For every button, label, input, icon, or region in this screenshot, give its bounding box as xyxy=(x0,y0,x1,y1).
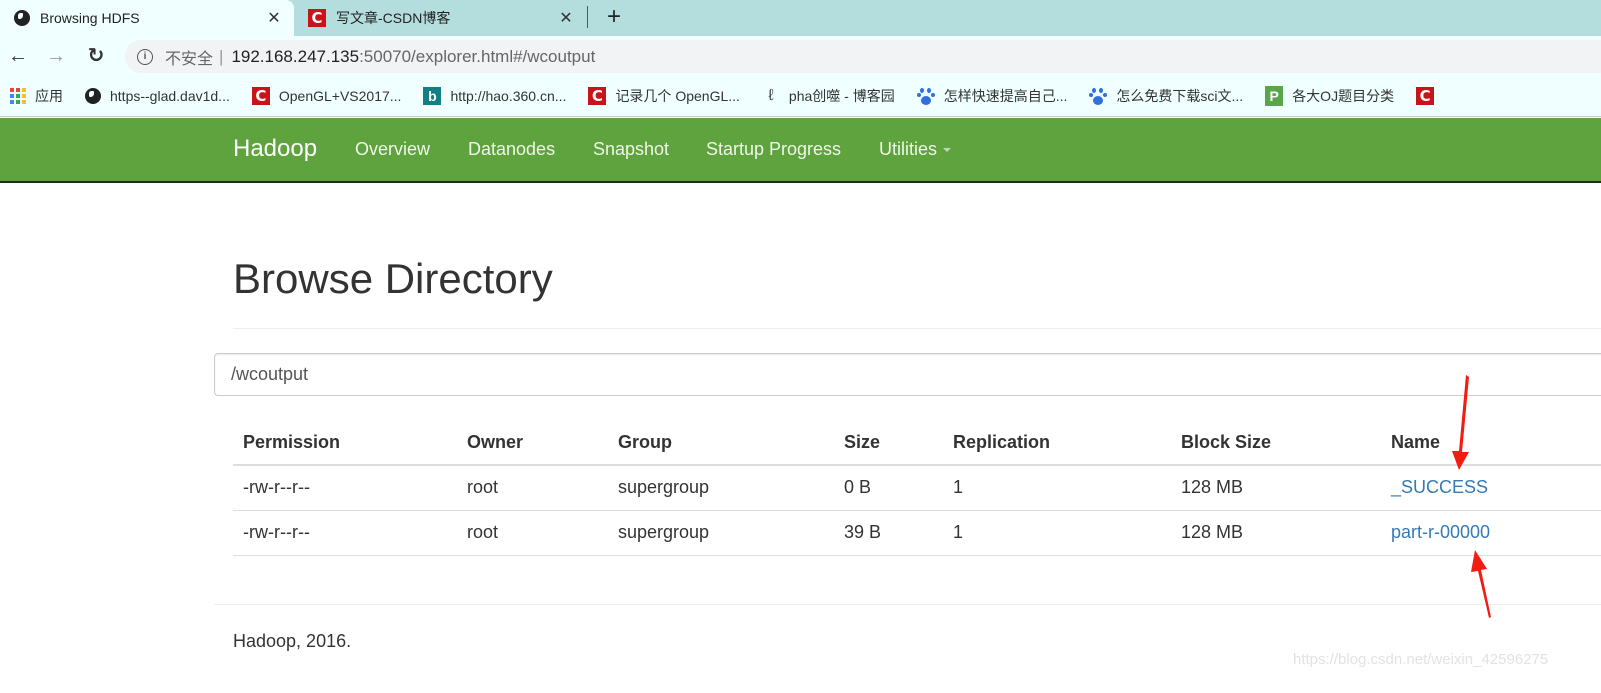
footer-divider xyxy=(214,604,1601,605)
chrome-divider xyxy=(0,116,1601,117)
info-icon[interactable]: i xyxy=(137,48,153,65)
back-button[interactable]: ← xyxy=(4,42,32,70)
forward-button[interactable]: → xyxy=(42,42,70,70)
nav-utilities-label: Utilities xyxy=(879,139,938,159)
globe-icon xyxy=(85,88,101,104)
tab-title: Browsing HDFS xyxy=(40,10,140,26)
bookmark-glad[interactable]: https--glad.dav1d... xyxy=(85,88,230,104)
cell-size: 0 B xyxy=(834,465,943,511)
table-header-row: Permission Owner Group Size Replication … xyxy=(233,420,1601,466)
bookmark-label: 各大OJ题目分类 xyxy=(1292,88,1395,104)
address-divider: | xyxy=(219,46,224,66)
file-table: Permission Owner Group Size Replication … xyxy=(233,420,1601,556)
bookmark-csdn-truncated[interactable]: C xyxy=(1416,87,1435,105)
file-link-success[interactable]: _SUCCESS xyxy=(1391,477,1488,497)
cell-size: 39 B xyxy=(834,510,943,556)
new-tab-button[interactable]: + xyxy=(600,2,628,32)
table-row: -rw-r--r-- root supergroup 39 B 1 128 MB… xyxy=(233,510,1601,556)
security-label: 不安全 xyxy=(165,50,214,68)
file-link-part-r-00000[interactable]: part-r-00000 xyxy=(1391,522,1490,542)
caret-down-icon xyxy=(943,148,952,153)
table-row: -rw-r--r-- root supergroup 0 B 1 128 MB … xyxy=(233,465,1601,511)
browser-tab-strip: Browsing HDFS ✕ C 写文章-CSDN博客 ✕ + xyxy=(0,0,1601,36)
bookmark-label: http://hao.360.cn... xyxy=(450,88,567,104)
cell-permission: -rw-r--r-- xyxy=(233,465,457,511)
baidu-icon xyxy=(1089,87,1108,105)
bookmark-label: 怎么免费下载sci文... xyxy=(1116,88,1244,104)
close-tab-icon[interactable]: ✕ xyxy=(556,8,576,28)
bing-icon: b xyxy=(423,87,442,105)
csdn-icon: C xyxy=(308,9,326,27)
nav-overview[interactable]: Overview xyxy=(355,139,430,160)
bookmark-label: 应用 xyxy=(35,88,63,104)
cell-name: part-r-00000 xyxy=(1381,510,1601,556)
cell-replication: 1 xyxy=(943,510,1171,556)
cnblogs-icon: ℓ xyxy=(768,87,774,104)
csdn-icon: C xyxy=(251,87,270,105)
bookmark-label: 记录几个 OpenGL... xyxy=(615,88,740,104)
bookmark-hao360[interactable]: b http://hao.360.cn... xyxy=(423,87,566,105)
cell-block-size: 128 MB xyxy=(1171,465,1381,511)
nav-startup-progress[interactable]: Startup Progress xyxy=(706,139,841,160)
cell-owner: root xyxy=(457,465,608,511)
bookmark-baidu-2[interactable]: 怎么免费下载sci文... xyxy=(1089,86,1243,106)
p-board-icon: P xyxy=(1265,86,1284,106)
bookmark-opengl-vs2017[interactable]: C OpenGL+VS2017... xyxy=(251,87,402,105)
globe-icon xyxy=(14,10,30,26)
cell-block-size: 128 MB xyxy=(1171,510,1381,556)
watermark: https://blog.csdn.net/weixin_42596275 xyxy=(1293,651,1549,668)
apps-grid-icon xyxy=(10,88,26,104)
tab-csdn-write[interactable]: C 写文章-CSDN博客 ✕ xyxy=(300,0,586,36)
column-header-size[interactable]: Size xyxy=(834,420,943,466)
browser-toolbar: ← → ↻ i 不安全 | 192.168.247.135 :50070/exp… xyxy=(0,36,1601,76)
bookmark-apps[interactable]: 应用 xyxy=(10,86,63,106)
footer-text: Hadoop, 2016. xyxy=(233,631,352,651)
hadoop-navbar: Hadoop Overview Datanodes Snapshot Start… xyxy=(0,118,1601,183)
cell-replication: 1 xyxy=(943,465,1171,511)
tab-separator xyxy=(587,6,588,28)
reload-button[interactable]: ↻ xyxy=(82,42,110,70)
cell-name: _SUCCESS xyxy=(1381,465,1601,511)
url-host: 192.168.247.135 xyxy=(231,46,360,66)
baidu-icon xyxy=(916,87,935,105)
column-header-block-size[interactable]: Block Size xyxy=(1171,420,1381,466)
nav-utilities-dropdown[interactable]: Utilities xyxy=(879,139,952,160)
url-path: :50070/explorer.html#/wcoutput xyxy=(359,46,596,66)
bookmarks-bar: 应用 https--glad.dav1d... C OpenGL+VS2017.… xyxy=(0,76,1601,116)
page-title: Browse Directory xyxy=(233,255,553,302)
column-header-group[interactable]: Group xyxy=(608,420,834,466)
close-tab-icon[interactable]: ✕ xyxy=(264,8,284,28)
directory-path-input[interactable] xyxy=(214,353,1601,396)
title-divider xyxy=(233,328,1601,329)
bookmark-oj-categories[interactable]: P 各大OJ题目分类 xyxy=(1265,86,1394,106)
column-header-owner[interactable]: Owner xyxy=(457,420,608,466)
nav-snapshot[interactable]: Snapshot xyxy=(593,139,669,160)
brand-link[interactable]: Hadoop xyxy=(233,135,317,163)
address-bar[interactable]: i 不安全 | 192.168.247.135 :50070/explorer.… xyxy=(125,40,1601,73)
column-header-replication[interactable]: Replication xyxy=(943,420,1171,466)
csdn-icon: C xyxy=(1416,87,1435,105)
bookmark-opengl-notes[interactable]: C 记录几个 OpenGL... xyxy=(588,86,740,106)
column-header-name[interactable]: Name xyxy=(1381,420,1601,466)
csdn-icon: C xyxy=(588,87,607,105)
cell-permission: -rw-r--r-- xyxy=(233,510,457,556)
annotation-arrow-part xyxy=(1471,550,1491,618)
nav-datanodes[interactable]: Datanodes xyxy=(468,139,555,160)
column-header-permission[interactable]: Permission xyxy=(233,420,457,466)
bookmark-label: https--glad.dav1d... xyxy=(110,88,230,104)
bookmark-baidu-1[interactable]: 怎样快速提高自己... xyxy=(916,86,1068,106)
bookmark-label: 怎样快速提高自己... xyxy=(943,88,1068,104)
bookmark-label: OpenGL+VS2017... xyxy=(278,88,402,104)
cell-group: supergroup xyxy=(608,465,834,511)
cell-owner: root xyxy=(457,510,608,556)
bookmark-cnblogs[interactable]: ℓ pha创噬 - 博客园 xyxy=(762,86,895,106)
bookmark-label: pha创噬 - 博客园 xyxy=(788,88,895,104)
cell-group: supergroup xyxy=(608,510,834,556)
tab-title: 写文章-CSDN博客 xyxy=(336,10,451,26)
tab-browsing-hdfs[interactable]: Browsing HDFS ✕ xyxy=(0,0,294,36)
